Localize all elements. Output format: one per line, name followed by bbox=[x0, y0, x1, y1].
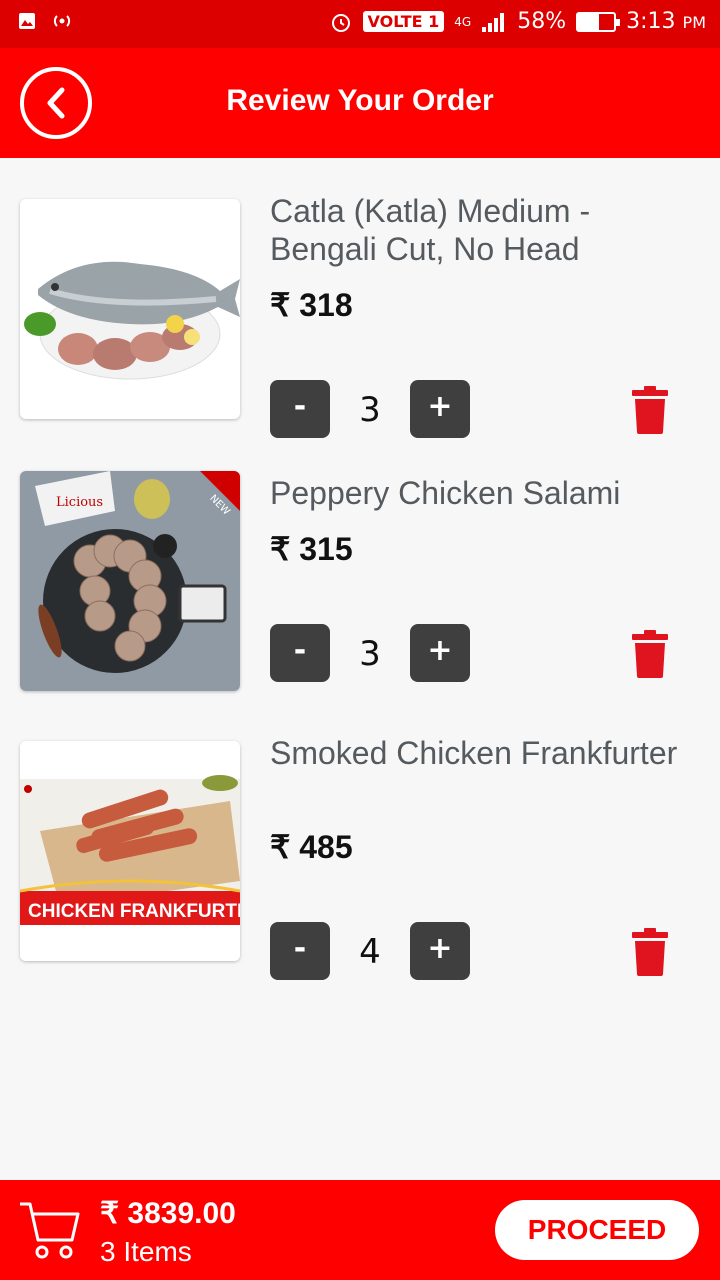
app-bar: Review Your Order bbox=[0, 48, 720, 158]
page-title: Review Your Order bbox=[226, 84, 494, 117]
decrease-quantity-button[interactable]: - bbox=[270, 624, 330, 682]
brand-logo-text: Licious bbox=[56, 495, 103, 510]
clock-time: 3:13 bbox=[626, 9, 676, 34]
quantity-value: 3 bbox=[359, 634, 381, 674]
trash-icon[interactable] bbox=[630, 630, 670, 678]
quantity-value: 3 bbox=[359, 390, 381, 430]
volte-badge: VOLTE 1 bbox=[362, 11, 445, 32]
order-item-frankfurter: CHICKEN FRANKFURTER Smoked Chicken Frank… bbox=[0, 700, 720, 980]
clock-suffix: PM bbox=[682, 13, 706, 32]
image-icon bbox=[19, 13, 35, 29]
signal-icon bbox=[482, 12, 505, 32]
status-right: VOLTE 1 4G 58% 3:13 PM bbox=[329, 9, 706, 34]
increase-quantity-button[interactable]: + bbox=[410, 922, 470, 980]
product-name: Catla (Katla) Medium - Bengali Cut, No H… bbox=[270, 193, 591, 267]
salami-image: Licious NEW bbox=[20, 471, 240, 691]
cart-icon bbox=[20, 1202, 80, 1259]
quantity-value: 4 bbox=[359, 932, 381, 972]
battery-icon bbox=[576, 11, 621, 32]
item-count: 3 Items bbox=[100, 1236, 192, 1267]
product-price: ₹ 485 bbox=[270, 829, 353, 865]
trash-icon[interactable] bbox=[630, 928, 670, 976]
battery-percent: 58% bbox=[517, 9, 567, 34]
product-image-frankfurter: CHICKEN FRANKFURTER bbox=[20, 741, 240, 961]
proceed-button[interactable]: PROCEED bbox=[495, 1200, 699, 1260]
product-price: ₹ 318 bbox=[270, 287, 353, 323]
status-left bbox=[18, 12, 74, 30]
network-type: 4G bbox=[454, 14, 472, 29]
frankfurter-pack-label: CHICKEN FRANKFURTER bbox=[28, 901, 240, 922]
checkout-bar: ₹ 3839.00 3 Items PROCEED bbox=[0, 1180, 720, 1280]
decrease-quantity-button[interactable]: - bbox=[270, 922, 330, 980]
product-name: Peppery Chicken Salami bbox=[270, 475, 621, 511]
hotspot-icon bbox=[53, 15, 71, 27]
increase-quantity-button[interactable]: + bbox=[410, 624, 470, 682]
product-name: Smoked Chicken Frankfurter bbox=[270, 735, 678, 771]
frankfurter-image: CHICKEN FRANKFURTER bbox=[20, 741, 240, 961]
status-bar: VOLTE 1 4G 58% 3:13 PM bbox=[0, 0, 720, 48]
product-price: ₹ 315 bbox=[270, 531, 353, 567]
alarm-icon bbox=[331, 13, 350, 32]
fish-image bbox=[24, 261, 240, 380]
product-image-catla bbox=[20, 199, 240, 419]
clock: 3:13 PM bbox=[626, 9, 706, 34]
trash-icon[interactable] bbox=[630, 386, 670, 434]
order-item-salami: Licious NEW Peppery Chicken Salami ₹ 315… bbox=[0, 430, 720, 691]
battery-level bbox=[578, 13, 600, 30]
order-total: ₹ 3839.00 bbox=[100, 1197, 236, 1230]
product-image-salami: Licious NEW bbox=[20, 471, 240, 691]
order-item-catla: Catla (Katla) Medium - Bengali Cut, No H… bbox=[0, 158, 720, 438]
